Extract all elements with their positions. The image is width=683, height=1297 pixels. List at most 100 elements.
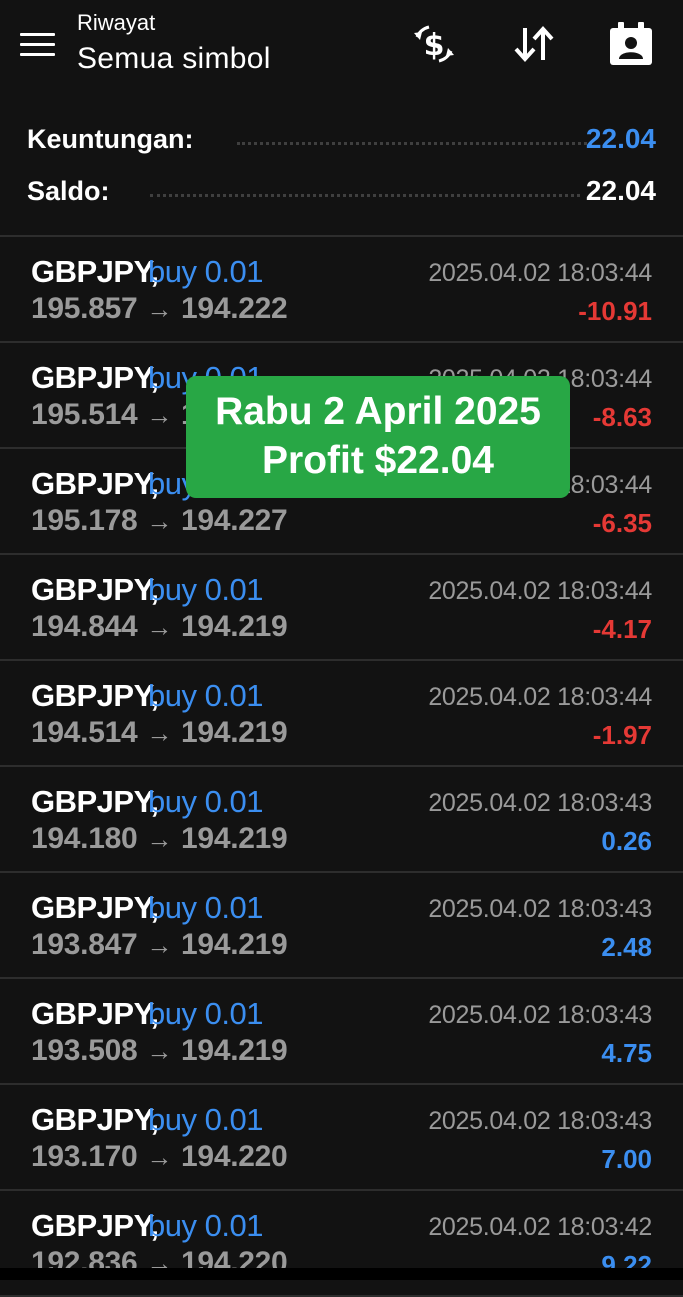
deal-row[interactable]: GBPJPY, buy 0.01 194.844 → 194.219 2025.04… xyxy=(0,555,683,661)
svg-text:$: $ xyxy=(424,28,445,63)
deal-symbol: GBPJPY, xyxy=(31,1208,159,1243)
deal-row[interactable]: GBPJPY, buy 0.01 193.170 → 194.220 2025.04… xyxy=(0,1085,683,1191)
deal-profit: 2.48 xyxy=(601,932,652,962)
deal-symbol: GBPJPY, xyxy=(31,254,159,289)
deal-time: 2025.04.02 18:03:44 xyxy=(428,259,652,287)
sort-button[interactable] xyxy=(510,20,558,68)
deal-symbol: GBPJPY, xyxy=(31,996,159,1031)
deal-type-volume: buy 0.01 xyxy=(148,678,263,713)
close-price: 194.219 xyxy=(181,822,288,855)
deal-row[interactable]: GBPJPY, buy 0.01 193.847 → 194.219 2025.04… xyxy=(0,873,683,979)
deal-profit: -6.35 xyxy=(592,508,652,538)
deal-symbol: GBPJPY, xyxy=(31,360,159,395)
balance-value: 22.04 xyxy=(585,175,656,206)
deal-row[interactable]: GBPJPY, buy 0.01 192.836 → 194.220 2025.04… xyxy=(0,1191,683,1297)
balance-label: Saldo: xyxy=(27,176,110,206)
close-price: 194.219 xyxy=(181,610,288,643)
deal-prices: 193.847 → 194.219 xyxy=(31,928,288,962)
calendar-button[interactable] xyxy=(607,20,655,68)
deal-prices: 194.514 → 194.219 xyxy=(31,716,288,750)
deal-time: 2025.04.02 18:03:44 xyxy=(428,683,652,711)
open-price: 195.857 xyxy=(31,292,138,325)
deal-row[interactable]: GBPJPY, buy 0.01 194.180 → 194.219 2025.04… xyxy=(0,767,683,873)
deal-prices: 195.857 → 194.222 xyxy=(31,292,288,326)
open-price: 193.170 xyxy=(31,1140,138,1173)
dotted-leader xyxy=(150,194,580,197)
deal-prices: 193.170 → 194.220 xyxy=(31,1140,288,1174)
deal-symbol: GBPJPY, xyxy=(31,572,159,607)
profit-summary-row: Keuntungan: 22.04 xyxy=(27,120,656,160)
close-price: 194.220 xyxy=(181,1140,288,1173)
open-price: 195.178 xyxy=(31,504,138,537)
currency-exchange-button[interactable]: $ xyxy=(410,20,458,68)
profit-banner: Rabu 2 April 2025 Profit $22.04 xyxy=(186,376,570,498)
deal-profit: -10.91 xyxy=(578,296,652,326)
arrow-right-icon: → xyxy=(146,1036,173,1066)
close-price: 194.219 xyxy=(181,928,288,961)
symbol-filter-title[interactable]: Semua simbol xyxy=(77,42,271,76)
close-price: 194.222 xyxy=(181,292,288,325)
open-price: 194.180 xyxy=(31,822,138,855)
header-subtitle: Riwayat xyxy=(77,10,156,35)
top-app-bar: Riwayat Semua simbol $ xyxy=(0,0,683,100)
deal-time: 2025.04.02 18:03:43 xyxy=(428,1001,652,1029)
open-price: 194.514 xyxy=(31,716,138,749)
deal-time: 2025.04.02 18:03:43 xyxy=(428,789,652,817)
deal-prices: 194.844 → 194.219 xyxy=(31,610,288,644)
deal-type-volume: buy 0.01 xyxy=(148,996,263,1031)
deal-profit: -8.63 xyxy=(592,402,652,432)
arrow-right-icon: → xyxy=(146,1142,173,1172)
deal-time: 2025.04.02 18:03:43 xyxy=(428,895,652,923)
calendar-icon xyxy=(610,22,652,65)
deal-prices: 193.508 → 194.219 xyxy=(31,1034,288,1068)
open-price: 193.847 xyxy=(31,928,138,961)
deal-row[interactable]: GBPJPY, buy 0.01 193.508 → 194.219 2025.04… xyxy=(0,979,683,1085)
deal-symbol: GBPJPY, xyxy=(31,784,159,819)
deal-profit: -4.17 xyxy=(592,614,652,644)
deal-type-volume: buy 0.01 xyxy=(148,784,263,819)
banner-profit: Profit $22.04 xyxy=(262,439,494,482)
deal-row[interactable]: GBPJPY, buy 0.01 194.514 → 194.219 2025.04… xyxy=(0,661,683,767)
deal-symbol: GBPJPY, xyxy=(31,678,159,713)
deal-profit: 4.75 xyxy=(601,1038,652,1068)
close-price: 194.227 xyxy=(181,504,288,537)
arrow-right-icon: → xyxy=(146,718,173,748)
open-price: 194.844 xyxy=(31,610,138,643)
deal-type-volume: buy 0.01 xyxy=(148,572,263,607)
balance-summary-row: Saldo: 22.04 xyxy=(27,172,656,212)
deal-symbol: GBPJPY, xyxy=(31,466,159,501)
deal-type-volume: buy 0.01 xyxy=(148,890,263,925)
arrow-right-icon: → xyxy=(146,294,173,324)
dotted-leader xyxy=(237,142,592,145)
currency-exchange-icon: $ xyxy=(414,25,454,63)
deal-symbol: GBPJPY, xyxy=(31,890,159,925)
deal-time: 2025.04.02 18:03:44 xyxy=(428,577,652,605)
bottom-edge xyxy=(0,1268,683,1280)
arrow-right-icon: → xyxy=(146,930,173,960)
open-price: 195.514 xyxy=(31,398,138,431)
arrow-right-icon: → xyxy=(146,400,173,430)
menu-icon[interactable] xyxy=(20,33,56,59)
deal-time: 2025.04.02 18:03:43 xyxy=(428,1107,652,1135)
close-price: 194.219 xyxy=(181,1034,288,1067)
deal-profit: 7.00 xyxy=(601,1144,652,1174)
deal-type-volume: buy 0.01 xyxy=(148,1208,263,1243)
deal-prices: 195.178 → 194.227 xyxy=(31,504,288,538)
arrow-right-icon: → xyxy=(146,612,173,642)
deal-profit: -1.97 xyxy=(592,720,652,750)
deal-prices: 194.180 → 194.219 xyxy=(31,822,288,856)
deal-type-volume: buy 0.01 xyxy=(148,1102,263,1137)
open-price: 193.508 xyxy=(31,1034,138,1067)
sort-icon xyxy=(514,26,554,62)
profit-label: Keuntungan: xyxy=(27,124,194,154)
close-price: 194.219 xyxy=(181,716,288,749)
arrow-right-icon: → xyxy=(146,824,173,854)
deal-symbol: GBPJPY, xyxy=(31,1102,159,1137)
deal-time: 2025.04.02 18:03:42 xyxy=(428,1213,652,1241)
deal-type-volume: buy 0.01 xyxy=(148,254,263,289)
profit-value: 22.04 xyxy=(585,123,656,154)
banner-date: Rabu 2 April 2025 xyxy=(215,390,541,433)
deal-row[interactable]: GBPJPY, buy 0.01 195.857 → 194.222 2025.04… xyxy=(0,237,683,343)
deal-profit: 0.26 xyxy=(601,826,652,856)
arrow-right-icon: → xyxy=(146,506,173,536)
